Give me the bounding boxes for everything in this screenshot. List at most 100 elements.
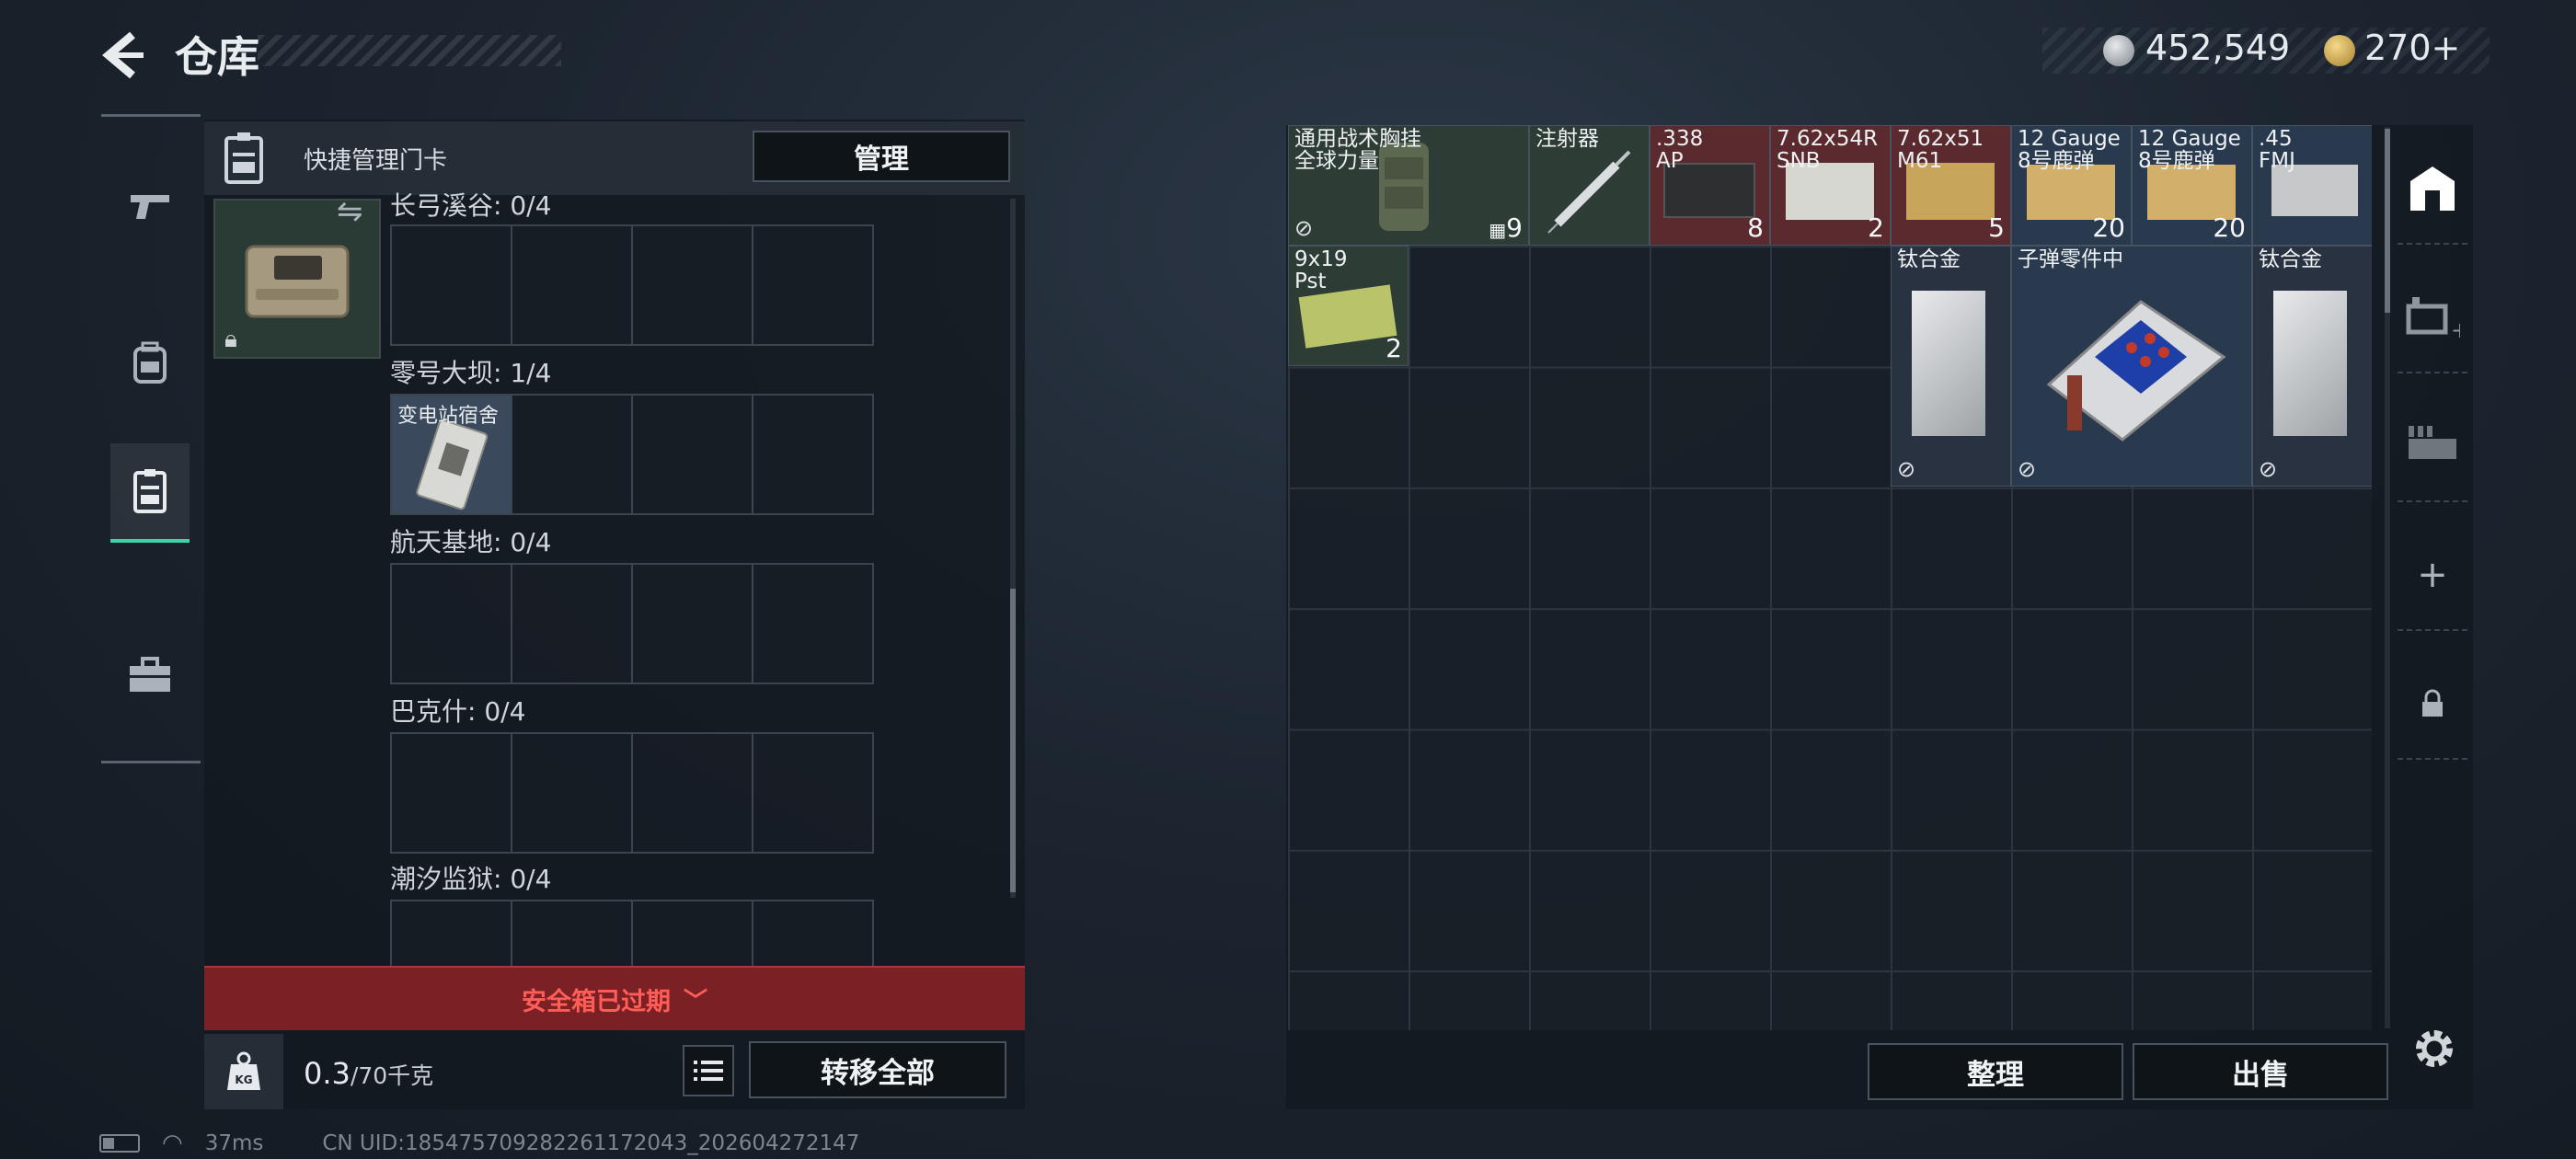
sort-button[interactable]: 整理 [1868,1043,2123,1100]
keycard-icon [133,469,167,513]
keycard-slot[interactable] [512,565,633,683]
stash-scrollbar-thumb[interactable] [2385,129,2390,313]
item-name: 9x19 Pst [1294,247,1348,293]
keycard-scrollbar-thumb[interactable] [1010,589,1016,892]
keycard-slot[interactable] [512,734,633,852]
stash-item-ammo-338[interactable]: .338 AP 8 [1650,125,1770,246]
money-value: 452,549 [2145,28,2291,68]
weight-current: 0.3 [304,1056,351,1091]
keycard-slot[interactable] [392,226,512,344]
item-name: 12 Gauge 8号鹿弹 [2018,127,2121,173]
stash-item-bullet-parts[interactable]: 子弹零件中 ⊘ [2011,246,2252,487]
keycard-slot[interactable] [753,901,872,966]
bullet-parts-kit-icon [2046,300,2226,442]
stash-home-icon [2410,166,2455,211]
keycard-slot[interactable] [512,901,633,966]
keycard-slot[interactable] [633,396,753,513]
battery-icon [99,1134,140,1153]
side-tab-stash[interactable] [2398,134,2467,245]
no-sell-icon: ⊘ [1897,456,1916,482]
list-icon [694,1061,723,1081]
keycard-slot[interactable] [633,226,753,344]
tab-weapons[interactable] [110,156,190,256]
stash-item-titanium[interactable]: 钛合金 ⊘ [2252,246,2372,487]
stash-item-ammo-762x54[interactable]: 7.62x54R SNB 2 [1770,125,1891,246]
gold-coin-icon [2324,35,2355,66]
settings-gear-icon[interactable] [2407,1021,2462,1076]
keycard-slot[interactable] [392,734,512,852]
item-name: 子弹零件中 [2018,247,2123,271]
map-label-aerospace: 航天基地: 0/4 [390,527,552,557]
tab-equipment[interactable] [110,313,190,412]
tab-keycards[interactable] [110,443,190,543]
side-tab-add[interactable]: + [2398,521,2467,631]
item-name: 注射器 [1535,127,1599,151]
safe-box-expired-banner[interactable]: 安全箱已过期 ﹀ [204,966,1025,1030]
sell-button[interactable]: 出售 [2133,1043,2388,1100]
keycard-slot[interactable] [753,734,872,852]
keycard-slot[interactable] [392,565,512,683]
stash-item-ammo-762x51[interactable]: 7.62x51 M61 5 [1891,125,2011,246]
keycard-slot[interactable] [633,734,753,852]
item-quantity: 2 [1868,212,1884,243]
weight-icon-text: KG [235,1073,252,1086]
item-quantity: 2 [1386,333,1402,363]
pistol-icon [131,195,169,219]
keycard-name: 变电站宿舍 [397,405,500,428]
no-sell-icon: ⊘ [1294,215,1314,241]
keycard-slot[interactable] [512,396,633,513]
keycard-slot[interactable] [633,565,753,683]
stash-item-chest-rig[interactable]: 通用战术胸挂 全球力量 ⊘ ▦9 [1288,125,1529,246]
keycard-slot[interactable] [633,901,753,966]
lock-icon [2422,689,2443,717]
bond-value[interactable]: 270+ [2364,28,2460,68]
stash-item-ammo-45[interactable]: .45 FMJ [2252,125,2372,246]
briefcase-icon [130,657,170,692]
stash-item-12-gauge[interactable]: 12 Gauge 8号鹿弹 20 [2132,125,2252,246]
keycard-slot[interactable] [753,565,872,683]
tab-cases[interactable] [110,625,190,725]
stash-item-titanium[interactable]: 钛合金 ⊘ [1891,246,2011,487]
wifi-icon: ◠ [162,1130,183,1157]
keycard-row-longbow [390,224,874,346]
keycard-row-zero-dam: 变电站宿舍 [390,394,874,515]
keycard-item[interactable]: 变电站宿舍 [392,396,512,513]
page-title: 仓库 [175,32,259,82]
item-quantity: 20 [2213,212,2246,243]
item-name: 7.62x51 M61 [1897,127,1984,173]
map-label-zero-dam: 零号大坝: 1/4 [390,358,552,388]
uid-text: CN UID:1854757092822611720​43_2026042721… [322,1131,860,1155]
swap-icon[interactable]: ⇋ [337,193,363,230]
item-name: 7.62x54R SNB [1777,127,1879,173]
plus-icon: + [2417,554,2448,596]
keycard-slot[interactable] [753,396,872,513]
map-label-longbow: 长弓溪谷: 0/4 [390,190,552,221]
weight-indicator: KG [204,1034,283,1109]
weight-value: 0.3/70千克 [304,1056,433,1091]
side-tab-add-stash[interactable]: + [2398,263,2467,373]
expand-stash-icon [2409,426,2456,459]
ammo-box-icon [2147,165,2236,220]
item-name: 通用战术胸挂 全球力量 [1294,127,1421,173]
manage-button[interactable]: 管理 [753,131,1010,182]
panel-header-label: 快捷管理门卡 [304,147,448,175]
transfer-all-button[interactable]: 转移全部 [749,1041,1006,1098]
stash-item-syringe[interactable]: 注射器 [1529,125,1650,246]
keycard-slot[interactable] [512,226,633,344]
keycard-slot[interactable] [753,226,872,344]
back-arrow-icon[interactable] [96,28,151,83]
list-view-button[interactable] [683,1045,734,1096]
map-label-bakhsh: 巴克什: 0/4 [390,696,526,727]
ping-value: 37ms [204,1131,264,1155]
side-tab-locked[interactable] [2398,649,2467,760]
keycard-slot[interactable] [392,901,512,966]
syringe-image-icon [1547,150,1631,234]
item-name: 钛合金 [2259,247,2322,271]
stash-item-ammo-9x19[interactable]: 9x19 Pst 2 [1288,246,1409,366]
stash-item-12-gauge[interactable]: 12 Gauge 8号鹿弹 20 [2011,125,2132,246]
add-bonds-icon[interactable]: + [2432,28,2461,68]
side-tab-expand-stash[interactable] [2398,392,2467,502]
item-quantity: 8 [1747,212,1764,243]
item-slots: ▦9 [1489,212,1523,243]
no-sell-icon: ⊘ [2018,456,2037,482]
